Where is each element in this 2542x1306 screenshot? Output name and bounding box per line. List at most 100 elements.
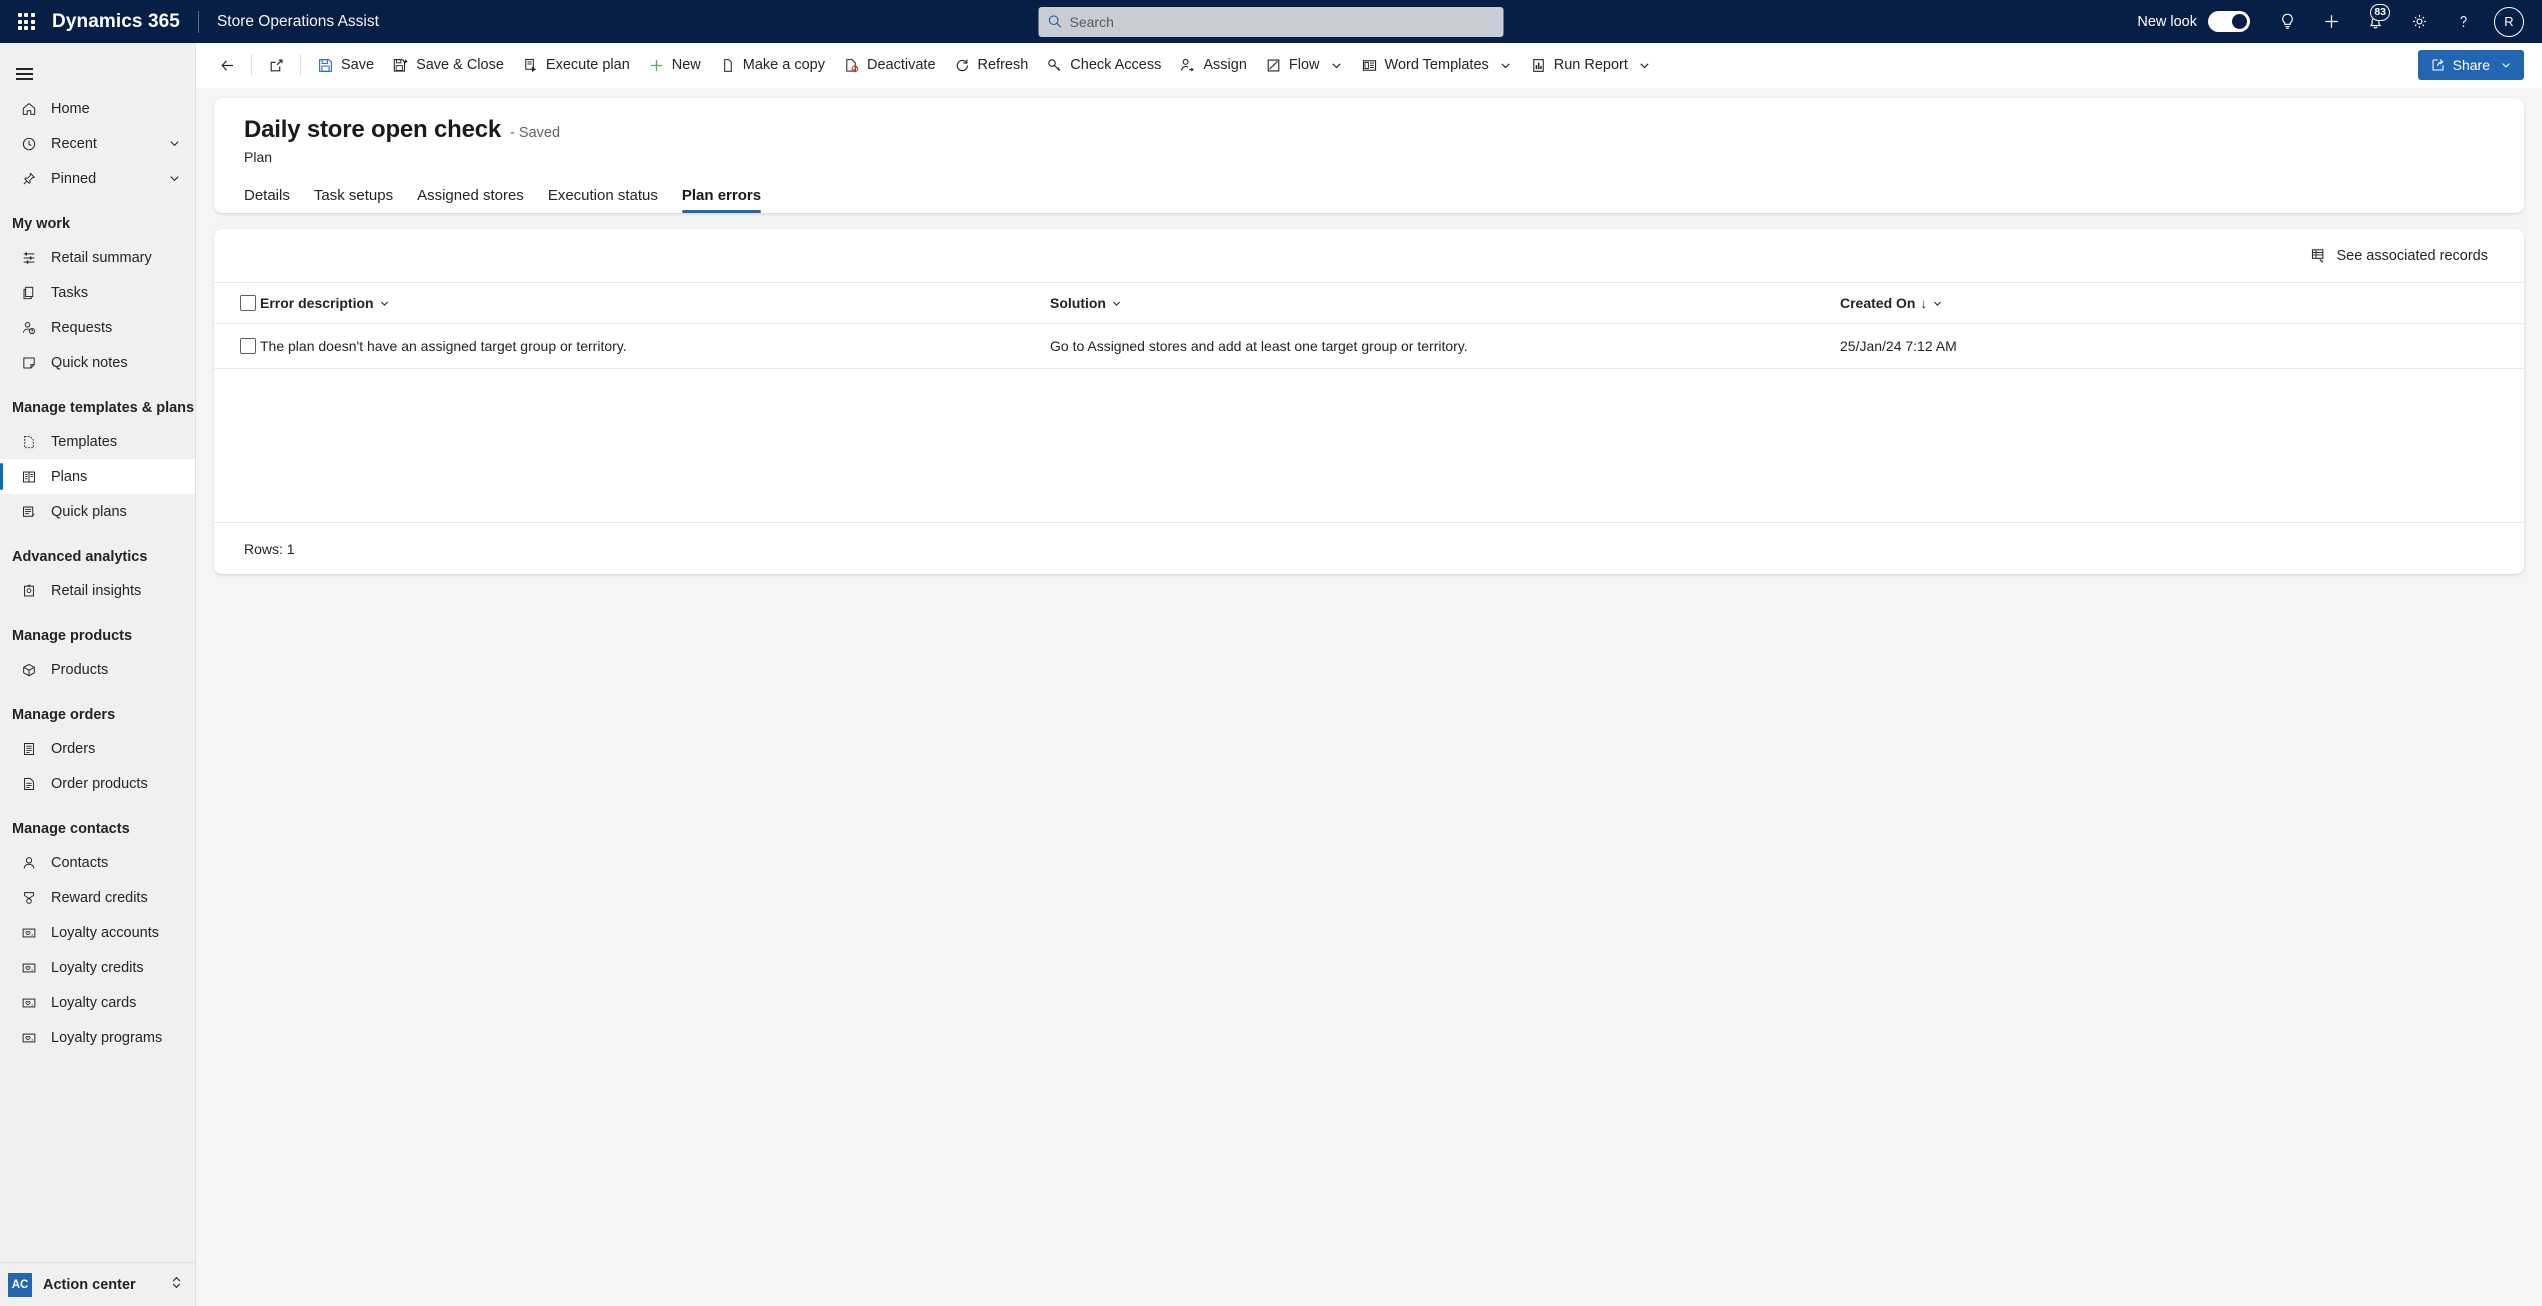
sidebar-item-loyalty-credits[interactable]: Loyalty credits (0, 950, 195, 985)
expand-collapse-icon[interactable] (170, 1275, 183, 1295)
chevron-down-icon[interactable] (168, 172, 181, 185)
chevron-down-icon[interactable] (1111, 298, 1122, 309)
word-templates-button[interactable]: Word Templates (1352, 49, 1521, 82)
sidebar-item-order-products[interactable]: Order products (0, 766, 195, 801)
sidebar: Home Recent Pinned My work Retail summar… (0, 43, 196, 1306)
chevron-down-icon[interactable] (1932, 298, 1943, 309)
chevron-down-icon[interactable] (2497, 59, 2512, 71)
chevron-down-icon[interactable] (1635, 59, 1651, 72)
check-access-button[interactable]: Check Access (1037, 49, 1170, 82)
sidebar-item-reward-credits[interactable]: Reward credits (0, 880, 195, 915)
row-checkbox[interactable] (240, 338, 256, 354)
app-name[interactable]: Store Operations Assist (199, 13, 379, 31)
tab-execution-status[interactable]: Execution status (536, 187, 670, 213)
brand-title[interactable]: Dynamics 365 (52, 11, 198, 33)
action-center[interactable]: AC Action center (0, 1262, 195, 1306)
new-look-toggle[interactable] (2208, 11, 2250, 32)
command-label: Save & Close (416, 57, 504, 73)
sidebar-item-retail-summary[interactable]: Retail summary (0, 240, 195, 275)
sidebar-item-products[interactable]: Products (0, 652, 195, 687)
chevron-down-icon[interactable] (379, 298, 390, 309)
execute-plan-button[interactable]: Execute plan (513, 49, 639, 82)
app-launcher-icon[interactable] (0, 13, 52, 30)
action-center-label: Action center (43, 1276, 136, 1293)
tab-plan-errors[interactable]: Plan errors (670, 187, 773, 213)
flow-button[interactable]: Flow (1256, 49, 1352, 82)
sidebar-item-plans[interactable]: Plans (0, 459, 195, 494)
save-button[interactable]: Save (308, 49, 383, 82)
command-label: Run Report (1553, 57, 1628, 73)
sidebar-item-quick-plans[interactable]: Quick plans (0, 494, 195, 529)
refresh-button[interactable]: Refresh (945, 49, 1038, 82)
command-label: New (671, 57, 701, 73)
share-label: Share (2452, 57, 2490, 73)
see-associated-records-button[interactable]: See associated records (2302, 241, 2496, 270)
global-search[interactable] (1038, 6, 1504, 37)
chevron-down-icon[interactable] (1496, 59, 1512, 72)
plus-icon (650, 59, 662, 71)
sidebar-item-templates[interactable]: Templates (0, 424, 195, 459)
column-header-error-description[interactable]: Error description (260, 282, 1050, 324)
table-row[interactable]: The plan doesn't have an assigned target… (214, 323, 2524, 369)
search-input[interactable] (1069, 13, 1495, 30)
command-label: Save (341, 57, 375, 73)
hamburger-icon[interactable] (0, 47, 195, 91)
run-report-button[interactable]: Run Report (1521, 49, 1660, 82)
save-close-icon (393, 58, 408, 72)
question-icon[interactable] (2442, 0, 2484, 43)
lightbulb-icon[interactable] (2266, 0, 2308, 43)
plan-errors-table: Error description Solution Created On ↓ … (214, 282, 2524, 369)
back-button[interactable] (210, 49, 244, 82)
sidebar-item-tasks[interactable]: Tasks (0, 275, 195, 310)
table-header-row: Error description Solution Created On ↓ (214, 282, 2524, 324)
sidebar-item-loyalty-accounts[interactable]: Loyalty accounts (0, 915, 195, 950)
tab-task-setups[interactable]: Task setups (302, 187, 405, 213)
new-button[interactable]: New (639, 49, 710, 82)
share-button[interactable]: Share (2417, 50, 2524, 80)
key-icon (1048, 58, 1061, 71)
tab-assigned-stores[interactable]: Assigned stores (405, 187, 536, 213)
copy-icon (723, 58, 732, 72)
plus-icon[interactable] (2310, 0, 2352, 43)
sidebar-item-label: Contacts (51, 854, 109, 871)
avatar[interactable]: R (2494, 6, 2524, 37)
make-a-copy-button[interactable]: Make a copy (710, 49, 834, 82)
save-and-close-button[interactable]: Save & Close (383, 49, 513, 82)
sidebar-item-quick-notes[interactable]: Quick notes (0, 345, 195, 380)
sidebar-item-loyalty-programs[interactable]: Loyalty programs (0, 1020, 195, 1055)
sidebar-item-loyalty-cards[interactable]: Loyalty cards (0, 985, 195, 1020)
column-label: Created On (1840, 295, 1916, 311)
tab-details[interactable]: Details (232, 187, 302, 213)
app-shell: Home Recent Pinned My work Retail summar… (0, 43, 2542, 1306)
deactivate-button[interactable]: Deactivate (834, 49, 945, 82)
sidebar-item-requests[interactable]: Requests (0, 310, 195, 345)
sidebar-item-label: Tasks (51, 284, 89, 301)
assign-button[interactable]: Assign (1170, 49, 1256, 82)
open-in-new-window-button[interactable] (259, 49, 293, 82)
bell-icon[interactable]: 83 (2354, 0, 2396, 43)
command-label: Execute plan (545, 57, 630, 73)
new-look-toggle-group[interactable]: New look (2137, 11, 2250, 32)
sidebar-item-label: Loyalty credits (51, 959, 144, 976)
gear-icon[interactable] (2398, 0, 2440, 43)
plans-icon (20, 468, 37, 485)
sort-descending-icon: ↓ (1920, 295, 1927, 311)
sidebar-item-home[interactable]: Home (0, 91, 195, 126)
select-all-checkbox[interactable] (240, 295, 256, 311)
flow-icon (1267, 58, 1280, 72)
sidebar-item-pinned[interactable]: Pinned (0, 161, 195, 196)
sidebar-item-retail-insights[interactable]: Retail insights (0, 573, 195, 608)
column-header-solution[interactable]: Solution (1050, 282, 1840, 324)
sidebar-item-label: Retail summary (51, 249, 152, 266)
chevron-down-icon[interactable] (168, 137, 181, 150)
tab-list: Details Task setups Assigned stores Exec… (244, 165, 2494, 213)
record-title-row: Daily store open check - Saved (244, 116, 2494, 144)
main-area: Save Save & Close Execute plan New Make … (196, 43, 2542, 1306)
column-label: Solution (1050, 295, 1106, 311)
grid-empty-space (214, 369, 2524, 522)
sidebar-item-recent[interactable]: Recent (0, 126, 195, 161)
chevron-down-icon[interactable] (1327, 59, 1343, 72)
sidebar-item-contacts[interactable]: Contacts (0, 845, 195, 880)
column-header-created-on[interactable]: Created On ↓ (1840, 282, 2524, 324)
sidebar-item-orders[interactable]: Orders (0, 731, 195, 766)
